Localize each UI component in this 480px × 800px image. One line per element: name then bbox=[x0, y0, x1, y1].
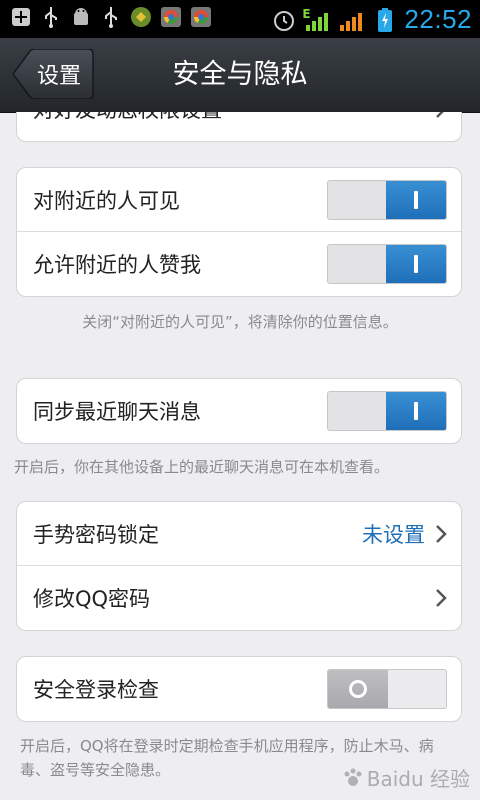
settings-group-security: 安全登录检查 bbox=[16, 656, 462, 722]
chevron-right-icon bbox=[436, 524, 447, 543]
clock: 22:52 bbox=[404, 4, 472, 34]
title-bar: 设置 安全与隐私 bbox=[0, 38, 480, 113]
sync-note: 开启后，你在其他设备上的最近聊天消息可在本机查看。 bbox=[14, 458, 390, 476]
battery-charging-icon bbox=[374, 7, 396, 32]
settings-group-sync: 同步最近聊天消息 bbox=[16, 378, 462, 444]
row-label: 同步最近聊天消息 bbox=[33, 400, 201, 424]
feed-permission-row[interactable]: 对好友动态权限设置 bbox=[17, 112, 461, 141]
network-type-label: E bbox=[302, 6, 311, 21]
chevron-right-icon bbox=[436, 589, 447, 607]
row-label: 对好友动态权限设置 bbox=[33, 112, 222, 124]
row-label: 安全登录检查 bbox=[33, 678, 159, 702]
app-icon bbox=[130, 6, 152, 28]
gesture-lock-value: 未设置 bbox=[362, 522, 425, 547]
row-label: 对附近的人可见 bbox=[33, 188, 180, 213]
nearby-note: 关闭“对附近的人可见”，将清除你的位置信息。 bbox=[82, 313, 398, 331]
notification-icons bbox=[10, 6, 212, 28]
signal-e-icon: E bbox=[302, 6, 330, 31]
change-password-row[interactable]: 修改QQ密码 bbox=[17, 566, 461, 630]
allow-nearby-like-row[interactable]: 允许附近的人赞我 bbox=[17, 232, 461, 296]
alarm-icon bbox=[272, 9, 295, 31]
paw-icon bbox=[344, 768, 362, 786]
chrome-icon bbox=[160, 6, 182, 28]
watermark-text: Baidu 经验 bbox=[366, 767, 470, 791]
usb-icon bbox=[40, 6, 62, 28]
back-button-label: 设置 bbox=[36, 64, 81, 89]
signal-icon bbox=[338, 9, 366, 31]
gesture-lock-row[interactable]: 手势密码锁定 未设置 bbox=[17, 502, 461, 566]
row-label: 允许附近的人赞我 bbox=[33, 253, 201, 277]
settings-list[interactable]: 对好友动态权限设置 对附近的人可见 允许附近的人赞我 关闭“对附近的人可见”，将… bbox=[0, 112, 480, 800]
security-check-toggle[interactable] bbox=[327, 669, 447, 709]
chevron-right-icon bbox=[436, 112, 444, 118]
settings-group-password: 手势密码锁定 未设置 修改QQ密码 bbox=[16, 501, 462, 631]
settings-group-nearby: 对附近的人可见 允许附近的人赞我 bbox=[16, 167, 462, 297]
allow-nearby-like-toggle[interactable] bbox=[327, 244, 447, 284]
status-bar: E 22:52 bbox=[0, 0, 480, 38]
row-label: 修改QQ密码 bbox=[33, 587, 151, 611]
sync-chat-toggle[interactable] bbox=[327, 391, 447, 431]
security-check-row[interactable]: 安全登录检查 bbox=[17, 657, 461, 721]
settings-group-partial: 对好友动态权限设置 bbox=[16, 112, 462, 142]
add-icon bbox=[10, 6, 32, 28]
back-button[interactable]: 设置 bbox=[12, 49, 94, 99]
usb-icon bbox=[100, 6, 122, 28]
visible-to-nearby-row[interactable]: 对附近的人可见 bbox=[17, 168, 461, 232]
system-icons: E 22:52 bbox=[272, 4, 472, 35]
row-label: 手势密码锁定 bbox=[33, 522, 159, 547]
android-debug-icon bbox=[70, 6, 92, 28]
visible-to-nearby-toggle[interactable] bbox=[327, 179, 447, 220]
chrome-icon bbox=[190, 6, 212, 28]
watermark: Baidu 经验 bbox=[343, 763, 470, 792]
sync-chat-row[interactable]: 同步最近聊天消息 bbox=[17, 379, 461, 443]
